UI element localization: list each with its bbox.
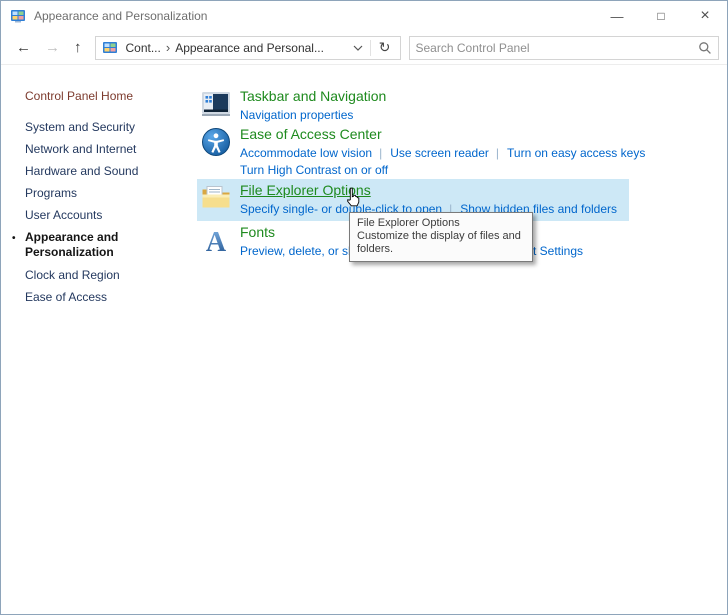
window-title: Appearance and Personalization xyxy=(34,9,208,23)
maximize-button[interactable]: □ xyxy=(639,1,683,31)
svg-text:A: A xyxy=(206,227,227,256)
forward-button[interactable]: → xyxy=(38,40,67,55)
tooltip-title: File Explorer Options xyxy=(357,217,460,229)
task-row: Accommodate low visionUse screen readerT… xyxy=(240,146,645,160)
category-title[interactable]: File Explorer Options xyxy=(240,182,617,199)
minimize-button[interactable]: — xyxy=(595,1,639,31)
active-bullet-icon: • xyxy=(12,233,16,244)
task-link-accommodate-low-vision[interactable]: Accommodate low vision xyxy=(240,146,372,160)
breadcrumb-item-control-panel[interactable]: Cont... xyxy=(122,41,165,55)
sidebar: Control Panel Home System and Security N… xyxy=(1,79,189,308)
chevron-down-icon[interactable] xyxy=(348,45,368,51)
file-explorer-options-icon[interactable] xyxy=(200,182,232,214)
search-input[interactable] xyxy=(415,40,694,55)
divider xyxy=(369,39,371,56)
fonts-icon[interactable]: A xyxy=(200,224,232,256)
tooltip: File Explorer Options Customize the disp… xyxy=(349,212,533,262)
sidebar-item-clock-and-region[interactable]: Clock and Region xyxy=(1,264,189,286)
window-controls: — □ × xyxy=(595,1,727,31)
sidebar-item-user-accounts[interactable]: User Accounts xyxy=(1,204,189,226)
sidebar-item-programs[interactable]: Programs xyxy=(1,182,189,204)
task-link-use-screen-reader[interactable]: Use screen reader xyxy=(372,146,489,160)
navigation-bar: ← → ↑ Cont... › Appearance and Personal.… xyxy=(1,31,727,65)
taskbar-navigation-icon[interactable] xyxy=(200,88,232,120)
category-taskbar-and-navigation: Taskbar and Navigation Navigation proper… xyxy=(197,85,398,127)
category-ease-of-access-center: Ease of Access Center Accommodate low vi… xyxy=(197,123,657,182)
sidebar-item-control-panel-home[interactable]: Control Panel Home xyxy=(1,85,189,107)
control-panel-icon[interactable] xyxy=(10,8,26,24)
close-button[interactable]: × xyxy=(683,1,727,31)
sidebar-item-network-and-internet[interactable]: Network and Internet xyxy=(1,138,189,160)
task-link-navigation-properties[interactable]: Navigation properties xyxy=(240,108,353,122)
sidebar-item-hardware-and-sound[interactable]: Hardware and Sound xyxy=(1,160,189,182)
sidebar-item-system-and-security[interactable]: System and Security xyxy=(1,116,189,138)
task-link-turn-high-contrast-on-or-off[interactable]: Turn High Contrast on or off xyxy=(240,163,388,177)
sidebar-item-appearance-and-personalization[interactable]: • Appearance and Personalization xyxy=(1,226,161,264)
content-area: Taskbar and Navigation Navigation proper… xyxy=(197,79,721,614)
task-row: Turn High Contrast on or off xyxy=(240,163,645,177)
category-title[interactable]: Ease of Access Center xyxy=(240,126,645,143)
task-row: Navigation properties xyxy=(240,108,386,122)
refresh-button[interactable]: ↻ xyxy=(373,39,397,56)
sidebar-item-label: Appearance and Personalization xyxy=(25,230,119,259)
breadcrumb-item-appearance[interactable]: Appearance and Personal... xyxy=(171,41,328,55)
sidebar-item-ease-of-access[interactable]: Ease of Access xyxy=(1,286,189,308)
task-link-turn-on-easy-access-keys[interactable]: Turn on easy access keys xyxy=(489,146,645,160)
search-icon[interactable] xyxy=(698,41,712,55)
back-button[interactable]: ← xyxy=(9,40,38,55)
category-title[interactable]: Taskbar and Navigation xyxy=(240,88,386,105)
cursor-hand-icon xyxy=(344,187,361,207)
search-box[interactable] xyxy=(408,35,719,60)
title-bar: Appearance and Personalization — □ × xyxy=(1,1,727,31)
control-panel-icon[interactable] xyxy=(102,40,118,56)
up-button[interactable]: ↑ xyxy=(67,40,89,55)
ease-of-access-icon[interactable] xyxy=(200,126,232,158)
tooltip-body: Customize the display of files and folde… xyxy=(357,230,521,255)
address-bar[interactable]: Cont... › Appearance and Personal... ↻ xyxy=(94,35,401,60)
control-panel-window: Appearance and Personalization — □ × ← →… xyxy=(0,0,728,615)
